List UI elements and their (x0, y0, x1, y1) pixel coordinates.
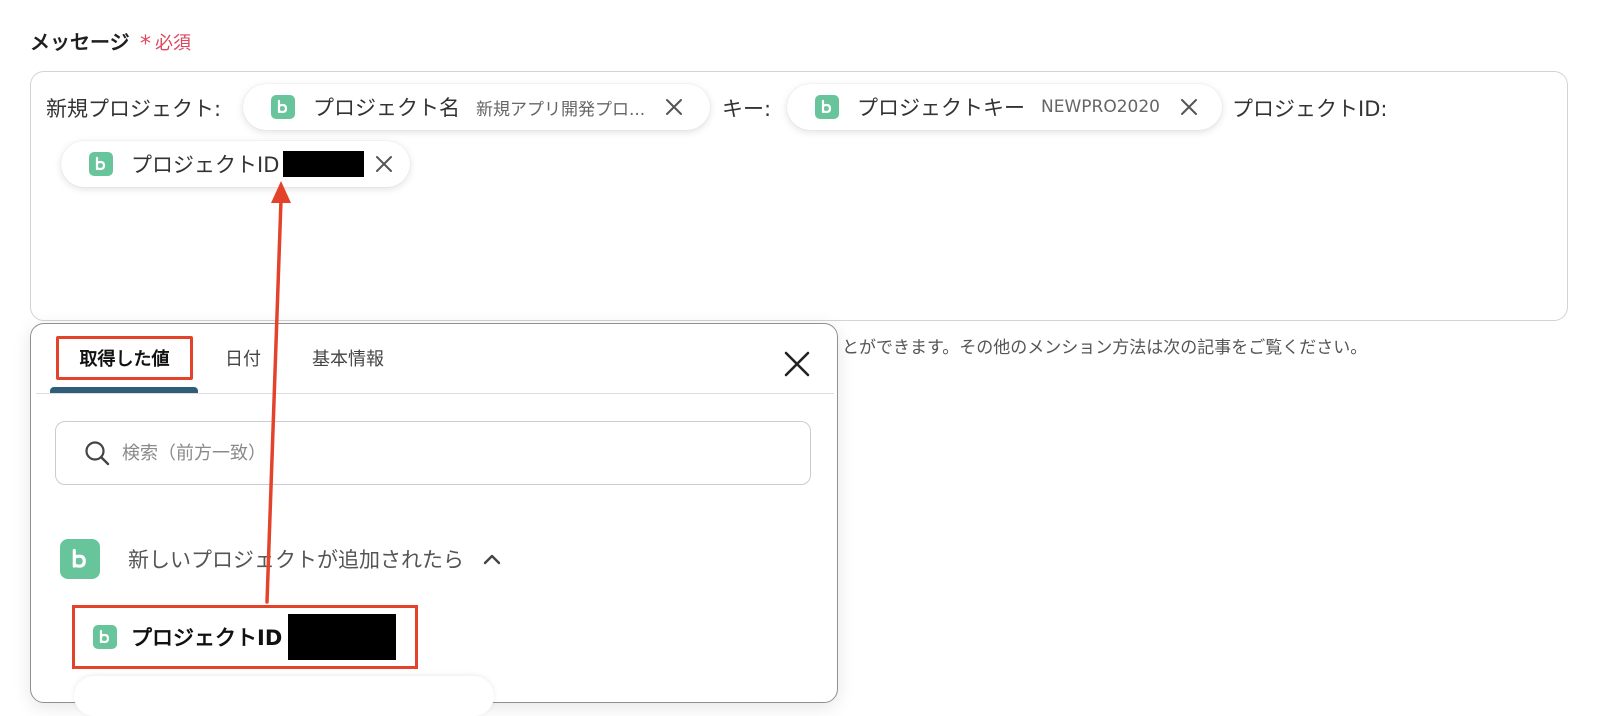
trigger-group-header[interactable]: 新しいプロジェクトが追加されたら (60, 538, 502, 580)
token-value: 新規アプリ開発プロ... (476, 99, 646, 120)
close-icon[interactable] (1176, 94, 1202, 120)
message-text-project: 新規プロジェクト: (46, 97, 222, 121)
backlog-icon (60, 539, 100, 579)
token-project-name[interactable]: プロジェクト名 新規アプリ開発プロ... (243, 84, 710, 130)
required-star: * (140, 32, 151, 57)
group-label: 新しいプロジェクトが追加されたら (128, 548, 464, 572)
value-item-label: プロジェクトID (131, 626, 283, 650)
message-text-project-id: プロジェクトID: (1232, 97, 1388, 121)
token-project-id[interactable]: プロジェクトID (61, 141, 410, 187)
close-icon[interactable] (780, 347, 814, 381)
redacted-value (283, 151, 364, 177)
search-field[interactable] (55, 421, 811, 485)
help-text: とができます。その他のメンション方法は次の記事をご覧ください。 (842, 338, 1368, 358)
token-project-key[interactable]: プロジェクトキー NEWPRO2020 (787, 84, 1222, 130)
backlog-icon (89, 152, 113, 176)
close-icon[interactable] (661, 94, 687, 120)
search-icon (84, 440, 110, 466)
token-name: プロジェクトキー (857, 96, 1025, 120)
list-item[interactable] (74, 676, 494, 716)
tab-date[interactable]: 日付 (212, 336, 274, 380)
required-text: 必須 (155, 33, 191, 54)
field-label: メッセージ (30, 30, 130, 54)
search-input[interactable] (120, 441, 724, 465)
token-value: NEWPRO2020 (1041, 97, 1160, 117)
backlog-icon (271, 95, 295, 119)
message-text-key: キー: (722, 97, 772, 121)
close-icon[interactable] (372, 151, 396, 177)
backlog-icon (93, 625, 117, 649)
value-item-project-id[interactable]: プロジェクトID (72, 605, 418, 669)
token-name: プロジェクトID (131, 153, 280, 177)
chevron-up-icon[interactable] (482, 552, 502, 566)
tab-divider (36, 393, 834, 394)
tab-acquired-values[interactable]: 取得した値 (56, 336, 193, 380)
required-indicator: * 必須 (140, 29, 191, 57)
backlog-icon (815, 95, 839, 119)
token-name: プロジェクト名 (313, 96, 460, 120)
redacted-value (288, 614, 397, 660)
tab-basic-info[interactable]: 基本情報 (300, 336, 396, 380)
